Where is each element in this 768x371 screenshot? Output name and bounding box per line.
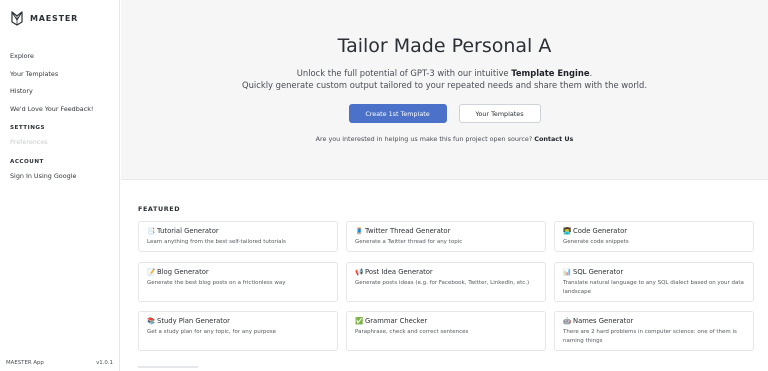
brand[interactable]: MAESTER	[10, 10, 78, 26]
contact-us-link[interactable]: Contact Us	[534, 135, 573, 143]
template-card-title-row: ✅ Grammar Checker	[355, 317, 537, 326]
hero-subtitle-suffix: .	[589, 68, 593, 78]
template-card-title-row: 👨‍💻 Code Generator	[563, 227, 745, 236]
template-card-description: Paraphrase, check and correct sentences	[355, 329, 469, 335]
template-card-title: Code Generator	[573, 227, 628, 235]
template-card-title: Post Idea Generator	[365, 268, 433, 276]
template-card-title-row: 📚 Study Plan Generator	[147, 317, 329, 326]
thread-icon: 🧵	[355, 227, 364, 235]
featured-heading: FEATURED	[138, 205, 181, 213]
sidebar: MAESTER Explore Your Templates History W…	[0, 0, 120, 371]
books-icon: 📚	[147, 317, 156, 325]
sidebar-item-your-templates[interactable]: Your Templates	[10, 70, 94, 88]
template-card[interactable]: 📝 Blog Generator Generate the best blog po…	[138, 262, 338, 302]
template-card-description: Get a study plan for any topic, for any …	[147, 329, 277, 335]
maester-logo-icon	[11, 11, 23, 26]
memo-icon: 📝	[147, 268, 156, 276]
check-mark-icon: ✅	[355, 317, 364, 325]
template-card-description: Translate natural language to any SQL di…	[563, 280, 744, 295]
create-template-button[interactable]: Create 1st Template	[348, 104, 447, 123]
loudspeaker-icon: 📢	[355, 268, 364, 276]
footer-app-name: MAESTER App	[6, 360, 44, 366]
page-title: Tailor Made Personal A	[337, 35, 552, 57]
template-card-description: Generate the best blog posts on a fricti…	[147, 280, 286, 286]
bar-chart-icon: 📊	[563, 268, 572, 276]
template-card-title: SQL Generator	[573, 268, 624, 276]
template-card-description: Learn anything from the best self-tailor…	[147, 239, 286, 245]
template-card[interactable]: ✅ Grammar Checker Paraphrase, check and co…	[346, 311, 546, 351]
template-card-description: Generate a Twitter thread for any topic	[355, 239, 463, 245]
template-card-title-row: 📑 Tutorial Generator	[147, 227, 329, 236]
template-card-title: Names Generator	[573, 317, 634, 325]
template-card-description: There are 2 hard problems in computer sc…	[563, 329, 737, 344]
template-card[interactable]: 📚 Study Plan Generator Get a study plan fo…	[138, 311, 338, 351]
template-card[interactable]: 🤖 Names Generator There are 2 hard problem…	[554, 311, 754, 351]
hero: Tailor Made Personal A Unlock the full p…	[121, 0, 768, 180]
template-card-title: Tutorial Generator	[157, 227, 219, 235]
sidebar-item-history[interactable]: History	[10, 87, 94, 105]
template-card[interactable]: 📑 Tutorial Generator Learn anything from t…	[138, 221, 338, 252]
template-card[interactable]: 📢 Post Idea Generator Generate posts ideas…	[346, 262, 546, 302]
sidebar-item-preferences[interactable]: Preferences	[10, 138, 94, 156]
robot-icon: 🤖	[563, 317, 572, 325]
hero-actions: Create 1st Template Your Templates	[121, 104, 768, 123]
open-source-question-text: Are you interested in helping us make th…	[315, 135, 533, 143]
bookmark-tabs-icon: 📑	[147, 227, 156, 235]
hero-subtitle-line2: Quickly generate custom output tailored …	[242, 80, 647, 90]
brand-name: MAESTER	[30, 13, 79, 23]
footer-version: v1.0.1	[96, 360, 113, 366]
template-card-title-row: 📢 Post Idea Generator	[355, 268, 537, 277]
template-card-title: Study Plan Generator	[157, 317, 230, 325]
sidebar-footer: MAESTER App v1.0.1	[6, 360, 113, 366]
next-section-heading	[138, 366, 198, 371]
template-card-title: Blog Generator	[157, 268, 209, 276]
template-card-title-row: 🤖 Names Generator	[563, 317, 745, 326]
template-card[interactable]: 📊 SQL Generator Translate natural language…	[554, 262, 754, 302]
hero-subtitle: Unlock the full potential of GPT-3 with …	[121, 68, 768, 78]
template-card-title: Twitter Thread Generator	[365, 227, 451, 235]
technologist-icon: 👨‍💻	[563, 227, 572, 235]
template-card-title: Grammar Checker	[365, 317, 428, 325]
template-card-title-row: 📝 Blog Generator	[147, 268, 329, 277]
settings-heading: SETTINGS	[10, 125, 45, 132]
sidebar-nav: Explore Your Templates History We'd Love…	[10, 52, 94, 190]
open-source-question: Are you interested in helping us make th…	[121, 135, 768, 143]
template-card-description: Generate posts ideas (e.g. for Facebook,…	[355, 280, 530, 286]
template-card-title-row: 🧵 Twitter Thread Generator	[355, 227, 537, 236]
your-templates-button[interactable]: Your Templates	[458, 104, 541, 123]
hero-subtitle-prefix: Unlock the full potential of GPT-3 with …	[296, 68, 512, 78]
template-card-title-row: 📊 SQL Generator	[563, 268, 745, 277]
template-card-description: Generate code snippets	[563, 239, 629, 245]
hero-subtitle-highlight: Template Engine	[511, 68, 590, 78]
sidebar-item-feedback[interactable]: We'd Love Your Feedback!	[10, 105, 94, 123]
account-heading: ACCOUNT	[10, 158, 44, 165]
sidebar-item-explore[interactable]: Explore	[10, 52, 94, 70]
main-content: Tailor Made Personal A Unlock the full p…	[121, 0, 768, 371]
template-card[interactable]: 👨‍💻 Code Generator Generate code snippets	[554, 221, 754, 252]
template-card[interactable]: 🧵 Twitter Thread Generator Generate a Twit…	[346, 221, 546, 252]
sidebar-item-sign-in[interactable]: Sign In Using Google	[10, 172, 94, 190]
